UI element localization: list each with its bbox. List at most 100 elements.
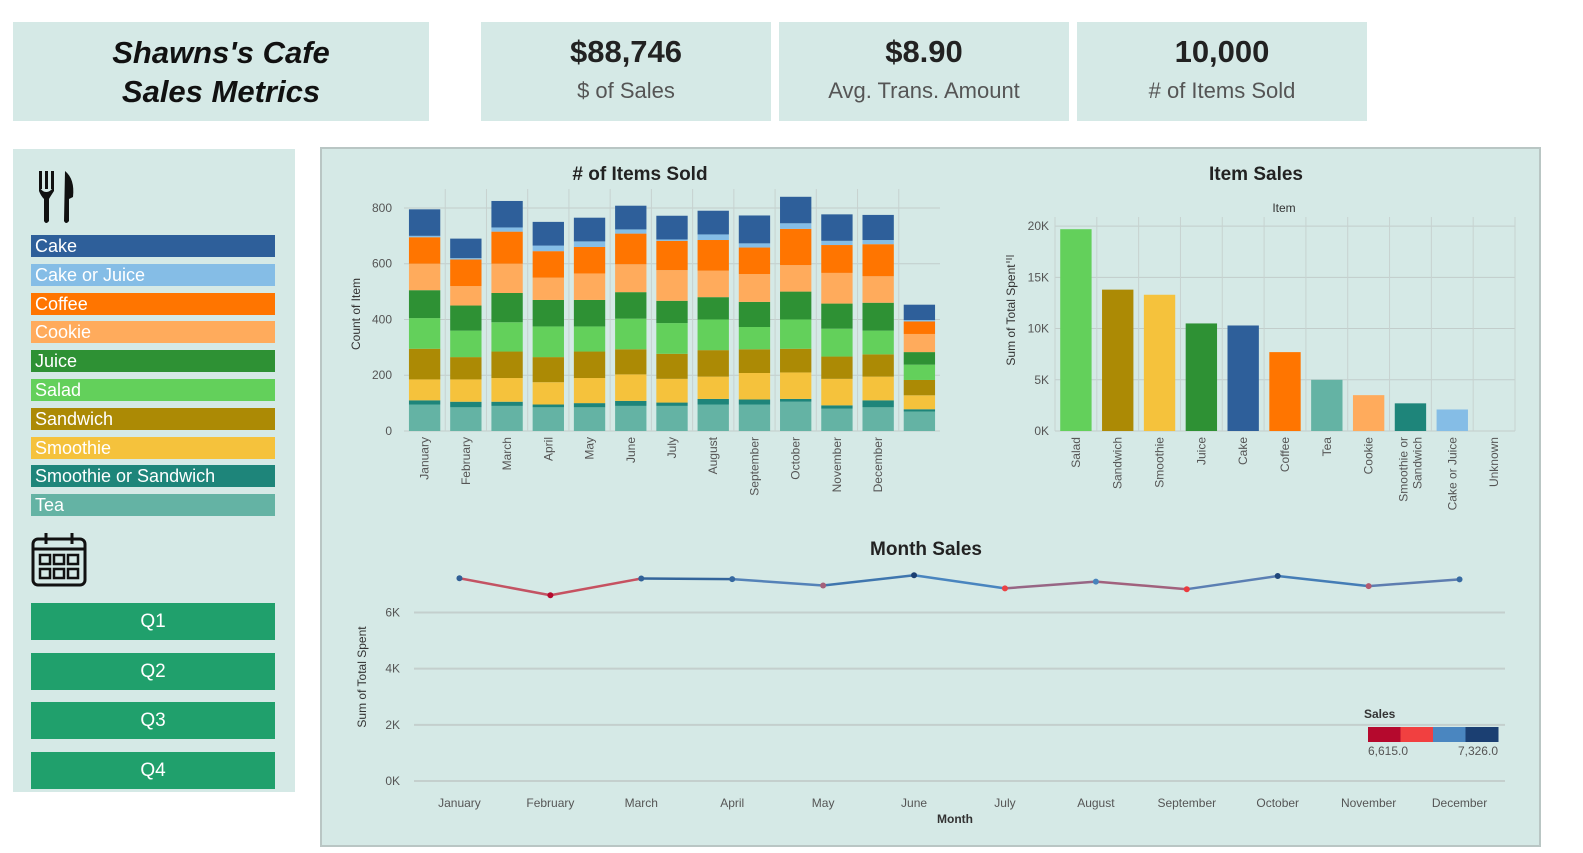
bar-segment-salad-april[interactable] — [532, 326, 564, 358]
bar-segment-cookie-february[interactable] — [450, 286, 482, 306]
bar-segment-smoothie-or-sandwich-february[interactable] — [450, 401, 482, 408]
bar-segment-tea-september[interactable] — [738, 404, 771, 431]
quarter-filter-q4[interactable]: Q4 — [31, 752, 275, 789]
legend-filter-tea[interactable]: Tea — [31, 494, 275, 517]
bar-segment-sandwich-march[interactable] — [491, 351, 523, 379]
bar-segment-cake-or-juice-march[interactable] — [491, 227, 523, 232]
bar-segment-tea-october[interactable] — [780, 401, 812, 431]
bar-segment-tea-july[interactable] — [656, 405, 688, 431]
bar-segment-cake-or-juice-september[interactable] — [738, 243, 771, 248]
item-sales-bar-cake-or-juice[interactable] — [1436, 409, 1468, 431]
bar-segment-salad-july[interactable] — [656, 323, 688, 354]
quarter-filter-q1[interactable]: Q1 — [31, 603, 275, 640]
bar-segment-cake-april[interactable] — [532, 221, 564, 246]
bar-segment-cake-may[interactable] — [573, 217, 606, 242]
bar-segment-cake-or-juice-july[interactable] — [656, 239, 688, 241]
item-sales-bar-salad[interactable] — [1060, 229, 1092, 431]
bar-segment-salad-may[interactable] — [573, 326, 606, 352]
bar-segment-cake-or-juice-june[interactable] — [615, 229, 647, 234]
bar-segment-coffee-june[interactable] — [615, 233, 647, 265]
bar-segment-tea-december[interactable] — [862, 407, 894, 431]
bar-segment-cake-or-juice-november[interactable] — [821, 240, 853, 246]
bar-segment-cake-november[interactable] — [821, 214, 853, 241]
bar-segment-juice-december[interactable] — [862, 302, 894, 331]
bar-segment-smoothie-february[interactable] — [450, 379, 482, 402]
month-sales-point-december[interactable] — [1456, 576, 1463, 583]
bar-segment-tea-may[interactable] — [573, 407, 606, 431]
bar-segment-smoothie-april[interactable] — [532, 382, 564, 405]
month-sales-point-november[interactable] — [1365, 583, 1372, 590]
bar-segment-smoothie-may[interactable] — [573, 378, 606, 404]
item-sales-bar-cookie[interactable] — [1352, 395, 1385, 431]
bar-segment-smoothie-december[interactable] — [862, 376, 894, 401]
bar-segment-coffee-extra[interactable] — [903, 321, 936, 334]
bar-segment-tea-august[interactable] — [697, 404, 729, 431]
legend-filter-cookie[interactable]: Cookie — [31, 321, 275, 344]
bar-segment-cookie-june[interactable] — [615, 264, 647, 293]
bar-segment-cookie-november[interactable] — [821, 272, 853, 304]
bar-segment-coffee-april[interactable] — [532, 251, 564, 278]
bar-segment-smoothie-or-sandwich-march[interactable] — [491, 401, 523, 406]
bar-segment-cake-or-juice-august[interactable] — [697, 234, 729, 241]
bar-segment-cake-january[interactable] — [408, 209, 441, 236]
bar-segment-cookie-april[interactable] — [532, 277, 564, 300]
bar-segment-tea-november[interactable] — [821, 408, 853, 431]
bar-segment-sandwich-january[interactable] — [408, 348, 441, 380]
legend-filter-cake-or-juice[interactable]: Cake or Juice — [31, 263, 275, 286]
bar-segment-coffee-october[interactable] — [780, 228, 812, 266]
bar-segment-juice-february[interactable] — [450, 305, 482, 331]
bar-segment-cookie-july[interactable] — [656, 270, 688, 301]
legend-filter-smoothie-or-sandwich[interactable]: Smoothie or Sandwich — [31, 465, 275, 488]
item-sales-bar-juice[interactable] — [1185, 323, 1218, 431]
bar-segment-juice-november[interactable] — [821, 303, 853, 329]
bar-segment-juice-may[interactable] — [573, 299, 606, 327]
bar-segment-smoothie-or-sandwich-july[interactable] — [656, 402, 688, 406]
bar-segment-salad-october[interactable] — [780, 319, 812, 349]
bar-segment-cake-march[interactable] — [491, 200, 523, 228]
bar-segment-coffee-august[interactable] — [697, 240, 729, 271]
bar-segment-smoothie-extra[interactable] — [903, 395, 936, 410]
month-sales-point-march[interactable] — [638, 575, 645, 582]
bar-segment-cake-june[interactable] — [615, 205, 647, 230]
legend-filter-cake[interactable]: Cake — [31, 235, 275, 257]
bar-segment-salad-june[interactable] — [615, 318, 647, 350]
bar-segment-smoothie-june[interactable] — [615, 374, 647, 401]
bar-segment-cake-december[interactable] — [862, 214, 894, 241]
month-sales-point-february[interactable] — [547, 592, 554, 599]
bar-segment-cookie-march[interactable] — [491, 263, 523, 293]
bar-segment-salad-extra[interactable] — [903, 364, 936, 380]
bar-segment-sandwich-extra[interactable] — [903, 379, 936, 396]
bar-segment-smoothie-or-sandwich-april[interactable] — [532, 404, 564, 408]
bar-segment-cookie-may[interactable] — [573, 273, 606, 300]
bar-segment-smoothie-or-sandwich-january[interactable] — [408, 400, 441, 405]
bar-segment-smoothie-or-sandwich-december[interactable] — [862, 400, 894, 408]
bar-segment-sandwich-september[interactable] — [738, 349, 771, 374]
bar-segment-juice-april[interactable] — [532, 299, 564, 327]
bar-segment-smoothie-or-sandwich-may[interactable] — [573, 403, 606, 408]
legend-filter-coffee[interactable]: Coffee — [31, 292, 275, 315]
bar-segment-juice-extra[interactable] — [903, 352, 936, 365]
bar-segment-cake-or-juice-january[interactable] — [408, 235, 441, 238]
bar-segment-cookie-january[interactable] — [408, 263, 441, 291]
bar-segment-cake-or-juice-extra[interactable] — [903, 320, 936, 322]
bar-segment-smoothie-november[interactable] — [821, 378, 853, 406]
bar-segment-sandwich-october[interactable] — [780, 348, 812, 373]
bar-segment-smoothie-july[interactable] — [656, 378, 688, 403]
month-sales-point-may[interactable] — [820, 582, 827, 589]
bar-segment-sandwich-may[interactable] — [573, 351, 606, 379]
month-sales-point-october[interactable] — [1274, 573, 1281, 579]
bar-segment-coffee-september[interactable] — [738, 247, 771, 275]
item-sales-bar-cake[interactable] — [1227, 325, 1259, 431]
bar-segment-juice-august[interactable] — [697, 297, 729, 320]
bar-segment-cookie-december[interactable] — [862, 276, 894, 303]
bar-segment-cake-or-juice-february[interactable] — [450, 258, 482, 260]
bar-segment-coffee-march[interactable] — [491, 231, 523, 264]
bar-segment-sandwich-april[interactable] — [532, 357, 564, 383]
legend-filter-juice[interactable]: Juice — [31, 350, 275, 373]
item-sales-bar-smoothie-or-sandwich[interactable] — [1394, 403, 1427, 431]
bar-segment-smoothie-march[interactable] — [491, 378, 523, 402]
bar-segment-tea-june[interactable] — [615, 405, 647, 431]
legend-filter-smoothie[interactable]: Smoothie — [31, 436, 275, 459]
bar-segment-smoothie-or-sandwich-november[interactable] — [821, 405, 853, 409]
bar-segment-sandwich-february[interactable] — [450, 357, 482, 380]
